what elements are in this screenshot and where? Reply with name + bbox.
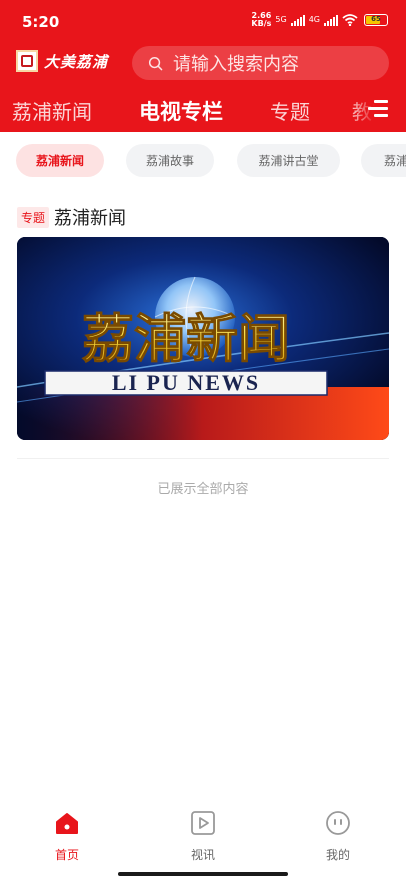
menu-icon[interactable] [368,100,388,117]
nav-profile[interactable]: 我的 [303,810,373,863]
network-type-2: 4G [308,15,320,24]
search-placeholder: 请输入搜索内容 [173,54,299,75]
logo-text: 大美荔浦 [44,52,109,71]
app-header: 大美荔浦 请输入搜索内容 [0,44,406,84]
status-time: 5:20 [22,13,60,31]
search-input[interactable]: 请输入搜索内容 [132,46,389,80]
nav-home[interactable]: 首页 [32,810,102,863]
network-speed: 2.66 KB/s [251,11,272,28]
logo-mark-icon [16,50,38,72]
news-banner[interactable]: 荔浦新闻 LI PU NEWS [17,237,389,440]
signal-icon [290,14,305,26]
special-tag: 专题 [17,206,50,228]
battery-level: 65 [371,15,381,23]
home-indicator[interactable] [118,872,288,876]
status-indicators: 2.66 KB/s 5G 4G 65 [251,12,388,28]
banner-title: 荔浦新闻 [82,309,290,370]
home-icon [56,813,78,834]
nav-video-label: 视讯 [190,848,215,862]
channel-tabs: 荔浦新闻 电视专栏 专题 教育 [0,84,406,132]
status-bar: 5:20 2.66 KB/s 5G 4G 65 [0,0,406,44]
bottom-navigation: 首页 视讯 我的 [0,800,406,883]
section-header: 专题 荔浦新闻 [17,204,126,230]
sub-category-tabs: 荔浦新闻 荔浦故事 荔浦讲古堂 荔浦 [0,144,406,178]
profile-icon [326,811,350,835]
banner-subtitle: LI PU NEWS [112,370,260,395]
signal-icon-2 [324,14,338,26]
search-icon [148,56,163,70]
tab-lipu-news[interactable]: 荔浦新闻 [12,96,92,125]
banner-graphic: 荔浦新闻 LI PU NEWS [17,237,389,440]
nav-home-label: 首页 [54,848,79,862]
tab-special[interactable]: 专题 [270,96,310,125]
section-title[interactable]: 荔浦新闻 [54,204,126,230]
chip-lipu-history-hall[interactable]: 荔浦讲古堂 [237,144,340,177]
chip-lipu-stories[interactable]: 荔浦故事 [126,144,214,177]
chip-lipu-more[interactable]: 荔浦 [361,144,406,177]
tab-tv-column[interactable]: 电视专栏 [139,96,223,126]
app-logo[interactable]: 大美荔浦 [16,50,108,72]
end-of-content-message: 已展示全部内容 [157,482,249,497]
network-type-1: 5G [275,15,287,24]
divider [17,458,389,459]
battery-icon: 65 [364,14,388,26]
nav-profile-label: 我的 [325,848,350,862]
wifi-icon [342,14,358,26]
chip-lipu-news[interactable]: 荔浦新闻 [16,144,104,177]
nav-video[interactable]: 视讯 [168,810,238,863]
video-icon [191,811,215,835]
